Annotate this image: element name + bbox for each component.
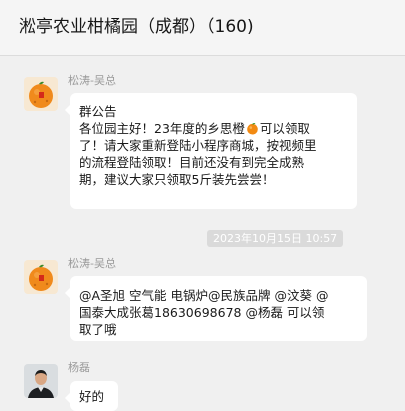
chat-title[interactable]: 淞亭农业柑橘园（成都）（160) [19, 15, 254, 39]
message-line: 取了哦 [79, 322, 117, 337]
message-text: 各位园主好！23年度的乡思橙 [79, 121, 245, 136]
message-line: 群公告 [79, 104, 117, 119]
sender-name: 松涛-吴总 [68, 257, 116, 270]
orange-logo-avatar-icon [24, 77, 58, 111]
message-line: 各位园主好！23年度的乡思橙 可以领取 [79, 120, 357, 137]
message-timestamp: 2023年10月15日 10:57 [207, 230, 344, 247]
sender-name: 松涛-吴总 [68, 74, 116, 87]
message-bubble-announcement[interactable]: 群公告 各位园主好！23年度的乡思橙 可以领取 了！请大家重新登陆小程序商城，按视… [65, 93, 357, 209]
message-line: 期，建议大家只领取5斤装先尝尝！ [79, 172, 275, 187]
orange-emoji-icon [247, 123, 258, 135]
message-text: 可以领取 [259, 121, 310, 136]
message-line: 的流程登陆领取！目前还没有到完全成熟 [79, 155, 305, 170]
sender-name: 杨磊 [68, 361, 90, 374]
avatar-songtao-wu[interactable] [24, 77, 58, 111]
message-bubble[interactable]: 好的 [65, 381, 118, 411]
avatar-songtao-wu[interactable] [24, 260, 58, 294]
orange-logo-avatar-icon [24, 260, 58, 294]
message-line: 了！请大家重新登陆小程序商城，按视频里 [79, 138, 317, 153]
message-line: 好的 [79, 389, 105, 404]
person-photo-avatar-icon [24, 364, 58, 398]
avatar-yang-lei[interactable] [24, 364, 58, 398]
message-line: 国泰大成张葛18630698678 @杨磊 可以领 [79, 305, 325, 320]
message-line: @A圣旭 空气能 电锅炉@民族品牌 @汶葵 @ [79, 288, 329, 303]
chat-header: 淞亭农业柑橘园（成都）（160) [0, 0, 405, 56]
message-bubble[interactable]: @A圣旭 空气能 电锅炉@民族品牌 @汶葵 @ 国泰大成张葛1863069867… [65, 276, 367, 341]
